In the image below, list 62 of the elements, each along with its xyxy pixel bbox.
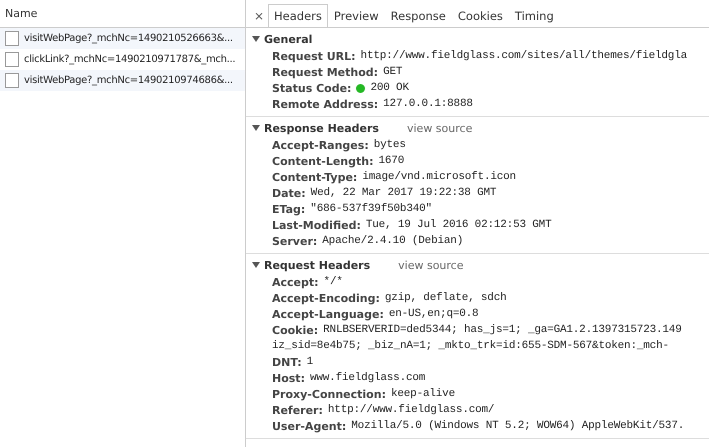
- header-name: Referer:: [272, 404, 323, 416]
- section-header[interactable]: General: [264, 32, 312, 46]
- header-value: 127.0.0.1:8888: [383, 98, 473, 110]
- file-icon: [5, 31, 19, 46]
- header-value: 1670: [378, 155, 404, 167]
- header-value: en-US,en;q=0.8: [388, 308, 478, 320]
- header-value: GET: [383, 66, 402, 78]
- header-name: Request URL:: [272, 50, 356, 62]
- header-name: Proxy-Connection:: [272, 388, 386, 400]
- request-row[interactable]: visitWebPage?_mchNc=1490210974686&...: [0, 70, 245, 91]
- file-icon: [5, 52, 19, 67]
- header-name: Accept-Language:: [272, 308, 384, 320]
- section-header[interactable]: Response Headers: [264, 122, 379, 134]
- header-name: Content-Type:: [272, 170, 358, 184]
- column-header[interactable]: Name: [5, 7, 38, 20]
- header-value: Apache/2.4.10 (Debian): [322, 235, 464, 247]
- header-value: Tue, 19 Jul 2016 02:12:53 GMT: [366, 219, 552, 231]
- header-value: bytes: [374, 139, 406, 151]
- header-value: image/vnd.microsoft.icon: [362, 171, 516, 183]
- header-value: iz_sid=8e4b75; _biz_nA=1; _mkto_trk=id:655-SDM-567&token:_mch-: [272, 340, 669, 352]
- header-name: Date:: [272, 186, 306, 200]
- expand-triangle-icon[interactable]: [252, 124, 260, 132]
- close-button[interactable]: ×: [250, 5, 268, 27]
- tab[interactable]: Response: [384, 4, 452, 27]
- file-icon: [5, 73, 19, 88]
- header-value: */*: [324, 276, 343, 288]
- header-value: http://www.fieldglass.com/sites/all/themes/fieldgla: [360, 50, 688, 62]
- header-value: keep-alive: [390, 388, 455, 400]
- tab[interactable]: Cookies: [452, 4, 509, 27]
- header-name: Content-Length:: [272, 154, 374, 168]
- header-name: Cookie:: [272, 324, 318, 336]
- expand-triangle-icon[interactable]: [252, 261, 260, 269]
- header-name: Request Method:: [272, 66, 378, 78]
- expand-triangle-icon[interactable]: [252, 35, 260, 43]
- view-source-link[interactable]: view source: [406, 122, 472, 134]
- header-name: Accept:: [272, 276, 319, 288]
- header-name: ETag:: [272, 202, 306, 216]
- header-name: User-Agent:: [272, 420, 346, 432]
- header-value: 1: [306, 356, 314, 368]
- header-value: "686-537f39f50b340": [310, 203, 432, 215]
- header-name: Status Code:: [272, 82, 352, 94]
- header-value: Mozilla/5.0 (Windows NT 5.2; WOW64) AppleWebKit/537.: [351, 420, 684, 432]
- tab[interactable]: Preview: [328, 4, 385, 27]
- view-source-link[interactable]: view source: [398, 258, 464, 272]
- header-name: Accept-Ranges:: [272, 138, 369, 152]
- header-value: www.fieldglass.com: [310, 372, 426, 384]
- request-row[interactable]: clickLink?_mchNc=1490210971787&_mch...: [0, 49, 245, 70]
- header-name: Host:: [272, 372, 305, 384]
- header-value: 200 OK: [370, 82, 409, 94]
- header-name: Server:: [272, 234, 318, 248]
- header-value: Wed, 22 Mar 2017 19:22:38 GMT: [310, 187, 496, 199]
- header-value: http://www.fieldglass.com/: [328, 404, 494, 416]
- section-header[interactable]: Request Headers: [264, 258, 370, 272]
- header-value: RNLBSERVERID=ded5344; has_js=1; _ga=GA1.2.1397315723.149: [323, 324, 682, 336]
- header-name: Last-Modified:: [272, 218, 361, 232]
- header-name: DNT:: [272, 356, 302, 368]
- header-name: Accept-Encoding:: [272, 292, 380, 304]
- tab[interactable]: Timing: [508, 4, 560, 27]
- request-row[interactable]: visitWebPage?_mchNc=1490210526663&...: [0, 28, 245, 49]
- header-name: Remote Address:: [272, 98, 378, 110]
- tab[interactable]: Headers: [268, 4, 328, 27]
- header-value: gzip, deflate, sdch: [384, 292, 507, 304]
